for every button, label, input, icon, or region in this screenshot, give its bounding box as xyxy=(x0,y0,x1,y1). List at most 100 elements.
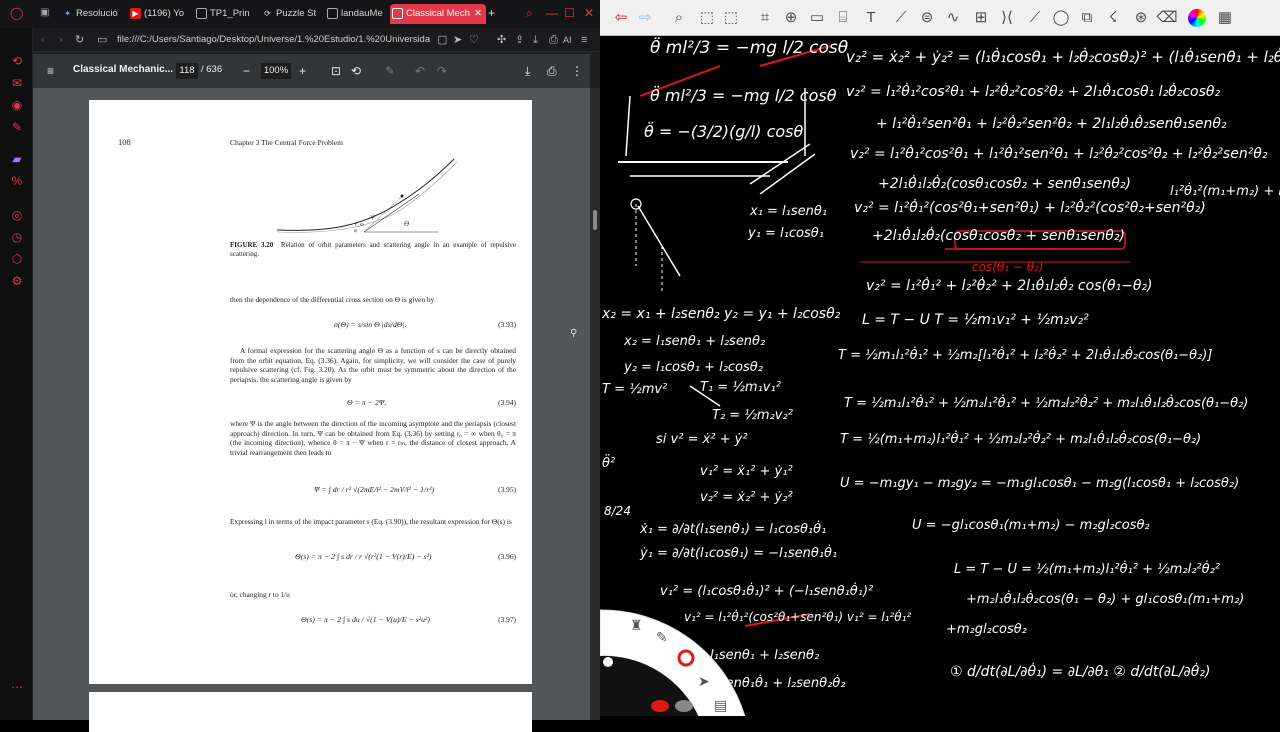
perspective-tool-icon[interactable]: ⊜ xyxy=(916,7,938,29)
fig-label-theta: Θ xyxy=(404,220,409,228)
sidebar-extensions-icon[interactable]: ⬡ xyxy=(10,252,24,266)
zoom-in-icon[interactable]: + xyxy=(299,63,306,79)
fit-page-icon[interactable]: ⊡ xyxy=(331,63,341,79)
undo-arrow-icon[interactable]: ⇦ xyxy=(610,7,632,29)
rectangle-tool-icon[interactable]: ▭ xyxy=(806,7,828,29)
eq-line: + l₁²θ̇₁²sen²θ₁ + l₂²θ̇₂²sen²θ₂ + 2l₁l₂θ… xyxy=(876,116,1227,132)
layers-icon[interactable]: ▦ xyxy=(1214,7,1236,29)
cylinder-tool-icon[interactable]: ⌸ xyxy=(832,7,854,29)
redo-arrow-icon[interactable]: ⇨ xyxy=(634,7,656,29)
eraser-tool-icon[interactable]: ⌫ xyxy=(1156,7,1178,29)
eq-line: T₂ = ½m₂v₂² xyxy=(712,408,793,423)
reload-icon[interactable]: ↻ xyxy=(75,32,84,48)
eq-line: θ̈ ml²/3 = −mg l/2 cosθ xyxy=(650,86,837,105)
radial-tool-wheel[interactable]: ♜ ✎ ➤ ▤ xyxy=(600,606,750,716)
equation-3-96: Θ(s) = π − 2 ∫ s dr / r √(r²(1 − V(r)/E)… xyxy=(295,552,432,561)
camera-icon[interactable]: ⎙ xyxy=(549,32,558,48)
menu-icon[interactable]: ≡ xyxy=(581,32,587,48)
color-wheel-icon[interactable] xyxy=(1186,7,1208,29)
eraser-wheel-icon[interactable]: ▤ xyxy=(714,697,727,713)
drawing-app: ⇦ ⇨ ⌕ ⬚ ⬚ ⌗ ⊕ ▭ ⌸ T ⟋ ⊜ ∿ ⊞ ⟩⟨ ⟋ ◯ ⧉ ☇ ⊛… xyxy=(600,0,1280,720)
sidebar-percent-icon[interactable]: % xyxy=(10,174,24,188)
close-window-icon[interactable]: ✕ xyxy=(584,6,594,20)
close-tab-icon[interactable]: ✕ xyxy=(474,4,482,24)
eq-line: T₁ = ½m₁v₁² xyxy=(700,380,781,395)
tab-label: landauMe xyxy=(341,8,383,19)
search-icon[interactable]: ⌕ xyxy=(526,6,533,20)
zoom-input[interactable]: 100% xyxy=(261,63,291,79)
eq-line-red: cos(θ₁ − θ₂) xyxy=(972,260,1044,274)
tab-0[interactable]: ✦ Resolució xyxy=(60,4,126,24)
sidebar-settings-icon[interactable]: ⚙ xyxy=(10,274,24,288)
url-field[interactable]: file:///C:/Users/Santiago/Desktop/Univer… xyxy=(117,31,457,49)
size-slider-handle[interactable] xyxy=(603,657,613,667)
eq-line: ẏ₁ = ∂/∂t(l₁cosθ₁) = −l₁senθ₁θ̇₁ xyxy=(640,546,838,561)
line-tool-icon[interactable]: ⟋ xyxy=(1024,7,1046,29)
puzzle-extension-icon[interactable]: ✣ xyxy=(497,32,506,48)
zoom-tool-icon[interactable]: ⌕ xyxy=(668,7,690,29)
select-tool-icon[interactable]: ⬚ xyxy=(696,7,718,29)
blend-tool-icon[interactable]: ⊛ xyxy=(1130,7,1152,29)
scrollbar-thumb[interactable] xyxy=(593,210,597,230)
more-options-icon[interactable]: ⋮ xyxy=(571,63,583,79)
undo-icon[interactable]: ↶ xyxy=(415,63,425,79)
opera-logo-icon[interactable]: ◯ xyxy=(10,6,23,20)
tab-1[interactable]: ▶(1196) You xyxy=(128,4,184,24)
eq-line: +2l₁θ̇₁l₂θ̇₂(cosθ₁cosθ₂ + senθ₁senθ₂) xyxy=(872,228,1125,244)
tab-2[interactable]: TP1_Princ xyxy=(194,4,250,24)
pdf-title: Classical Mechanic... xyxy=(73,64,174,75)
brush-tool-icon[interactable]: ♜ xyxy=(630,617,643,633)
transform-tool-icon[interactable]: ⊕ xyxy=(780,7,802,29)
minimize-icon[interactable]: — xyxy=(546,6,558,20)
smudge-tool-icon[interactable]: ➤ xyxy=(698,673,710,689)
ellipse-tool-icon[interactable]: ◯ xyxy=(1050,7,1072,29)
crop-tool-icon[interactable]: ⌗ xyxy=(754,7,776,29)
page-number-input[interactable]: 118 xyxy=(176,63,198,79)
hamburger-menu-icon[interactable]: ≡ xyxy=(47,63,54,79)
paragraph-3: where Ψ is the angle between the directi… xyxy=(230,419,516,457)
text-tool-icon[interactable]: T xyxy=(860,7,882,29)
maximize-icon[interactable]: ☐ xyxy=(564,6,575,20)
sidebar-flow-icon[interactable]: ⟲ xyxy=(10,54,24,68)
print-icon[interactable]: ⎙ xyxy=(547,63,557,79)
pencil-tool-icon[interactable]: ✎ xyxy=(656,629,668,645)
scrollbar[interactable] xyxy=(590,88,600,720)
new-tab-button[interactable]: + xyxy=(488,6,495,20)
grid-tool-icon[interactable]: ⊞ xyxy=(970,7,992,29)
drawing-canvas[interactable]: θ̈ ml²/3 = −mg l/2 cosθ θ̈ ml²/3 = −mg l… xyxy=(600,36,1280,720)
symmetry-tool-icon[interactable]: ⟩⟨ xyxy=(996,7,1018,29)
sidebar-mail-icon[interactable]: ✎ xyxy=(10,120,24,134)
annotate-icon[interactable]: ✎ xyxy=(385,63,395,79)
sidebar-messenger-icon[interactable]: ◉ xyxy=(10,98,24,112)
color-swatch-gray[interactable] xyxy=(675,700,693,712)
forward-icon[interactable]: › xyxy=(59,32,63,48)
fill-tool-icon[interactable]: ☇ xyxy=(1102,7,1124,29)
redo-icon[interactable]: ↷ xyxy=(437,63,447,79)
sidebar-twitch-icon[interactable]: ▰ xyxy=(10,152,24,166)
back-icon[interactable]: ‹ xyxy=(41,32,45,48)
send-icon[interactable]: ➤ xyxy=(453,32,462,48)
color-swatch-red[interactable] xyxy=(651,700,669,712)
ai-button[interactable]: AI xyxy=(563,32,572,48)
tab-active[interactable]: Classical Mech ✕ xyxy=(390,4,486,24)
ruler-tool-icon[interactable]: ⟋ xyxy=(890,7,912,29)
tab-4[interactable]: landauMe xyxy=(325,4,383,24)
share-icon[interactable]: ⇪ xyxy=(515,32,524,48)
download-icon[interactable]: ⤓ xyxy=(533,32,538,48)
sidebar-chat-icon[interactable]: ✉ xyxy=(10,76,24,90)
sidebar-more-icon[interactable]: ⋯ xyxy=(10,680,24,694)
lasso-tool-icon[interactable]: ⬚ xyxy=(720,7,742,29)
sidebar-history-icon[interactable]: ◷ xyxy=(10,230,24,244)
sidebar-player-icon[interactable]: ◎ xyxy=(10,208,24,222)
heart-icon[interactable]: ♡ xyxy=(469,32,479,48)
tab-3[interactable]: ⟳ Puzzle St xyxy=(260,4,316,24)
zoom-out-icon[interactable]: − xyxy=(243,63,250,79)
workspace-icon[interactable]: ▣ xyxy=(40,6,49,20)
tab-snap-icon[interactable]: ▢ xyxy=(437,32,447,48)
curve-tool-icon[interactable]: ∿ xyxy=(942,7,964,29)
page-info-icon[interactable]: ▭ xyxy=(97,32,107,48)
equation-3-97: Θ(s) = π − 2 ∫ s du / √(1 − V(u)/E − s²u… xyxy=(301,615,430,624)
shape-tool-icon[interactable]: ⧉ xyxy=(1076,7,1098,29)
download-pdf-icon[interactable]: ⤓ xyxy=(525,63,530,79)
rotate-icon[interactable]: ⟲ xyxy=(351,63,361,79)
